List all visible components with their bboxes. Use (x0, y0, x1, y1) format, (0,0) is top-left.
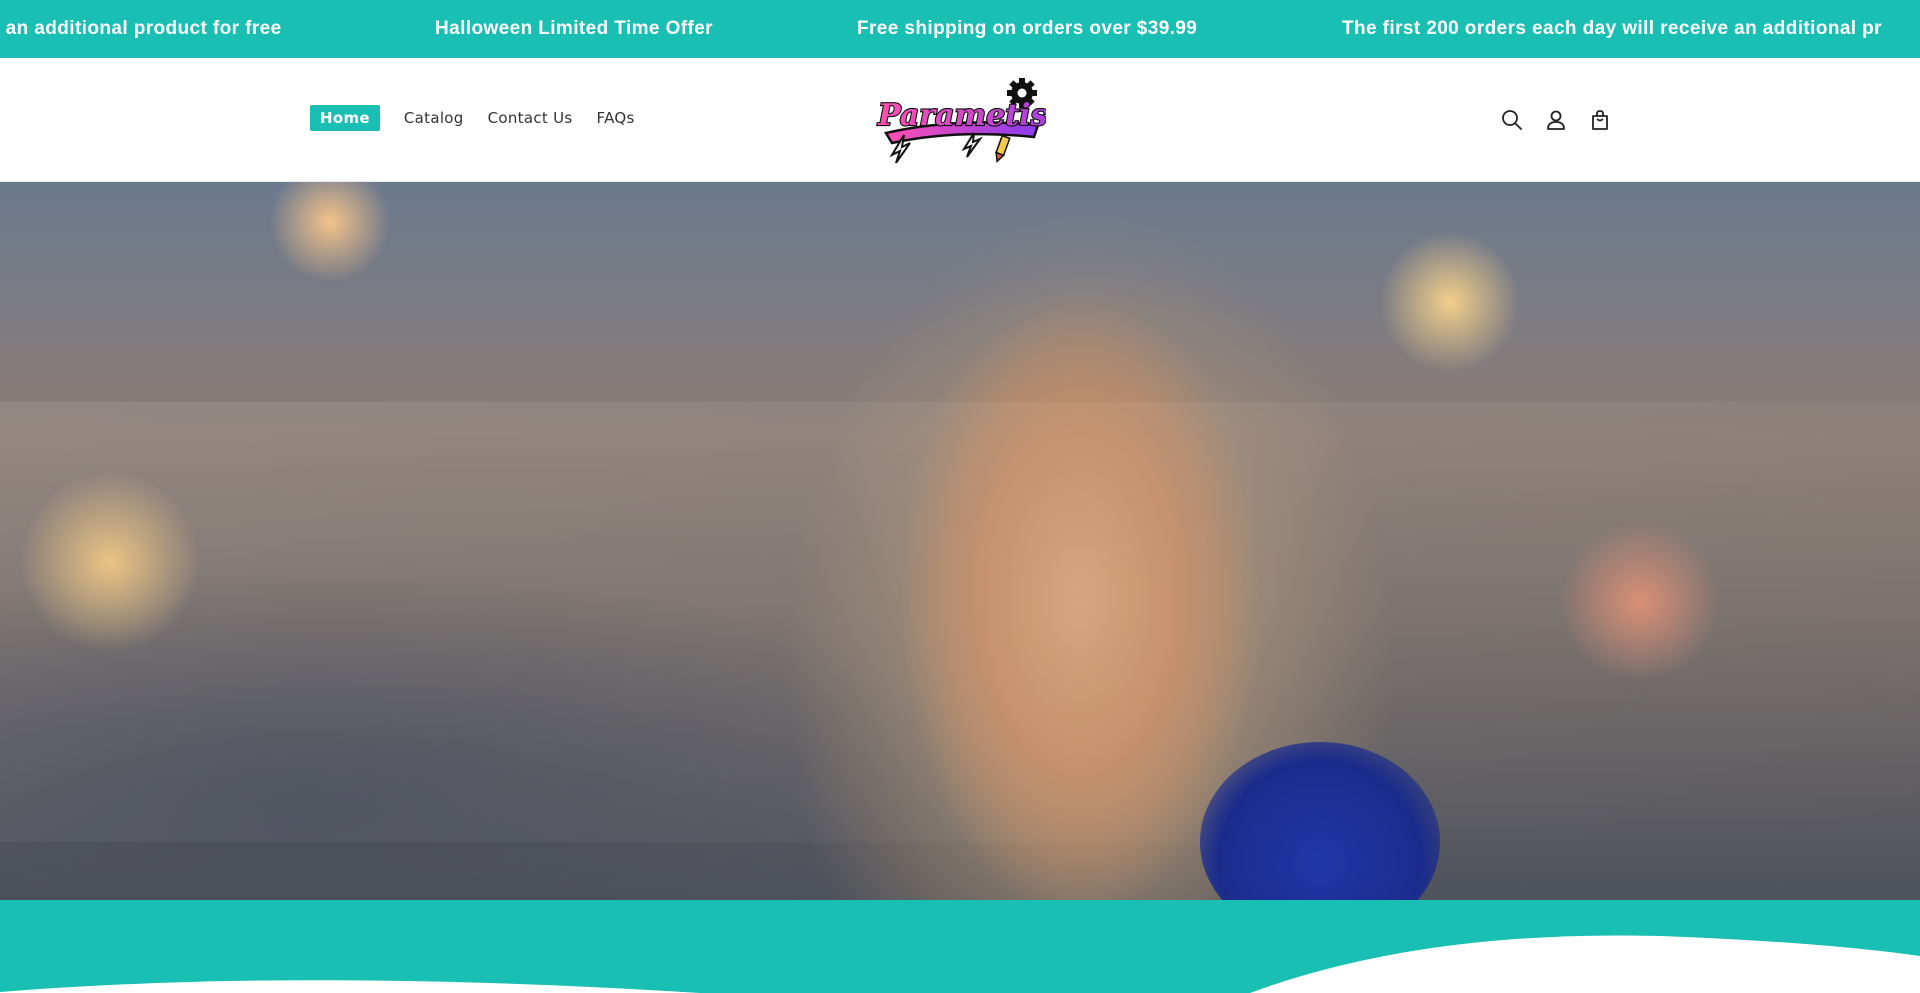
announcement-bar: e an additional product for free Hallowe… (0, 0, 1920, 58)
nav-link-home[interactable]: Home (310, 105, 380, 131)
logo-graphic: Parametishop (876, 78, 1111, 164)
nav-link-faqs[interactable]: FAQs (597, 105, 635, 131)
nav-link-catalog[interactable]: Catalog (404, 105, 464, 131)
nav-link-contact-us[interactable]: Contact Us (488, 105, 573, 131)
announcement-message: e an additional product for free (0, 18, 282, 39)
announcement-message: Free shipping on orders over $39.99 (857, 18, 1198, 39)
site-logo[interactable]: Parametishop (866, 77, 1111, 164)
wave-shape (0, 935, 1920, 993)
header-icons (1497, 105, 1629, 135)
account-icon[interactable] (1541, 105, 1571, 135)
logo-wordmark: Parametishop (877, 98, 1046, 133)
hero-glass-reflection (0, 402, 1920, 842)
cart-icon[interactable] (1585, 105, 1615, 135)
hero-banner-image (0, 182, 1920, 900)
announcement-message: Halloween Limited Time Offer (435, 18, 713, 39)
announcement-message: The first 200 orders each day will recei… (1342, 18, 1882, 39)
search-icon[interactable] (1497, 105, 1527, 135)
main-nav: Home Catalog Contact Us FAQs (310, 105, 659, 131)
wave-divider-section (0, 900, 1920, 993)
site-header: Home Catalog Contact Us FAQs Parametis (0, 58, 1920, 182)
